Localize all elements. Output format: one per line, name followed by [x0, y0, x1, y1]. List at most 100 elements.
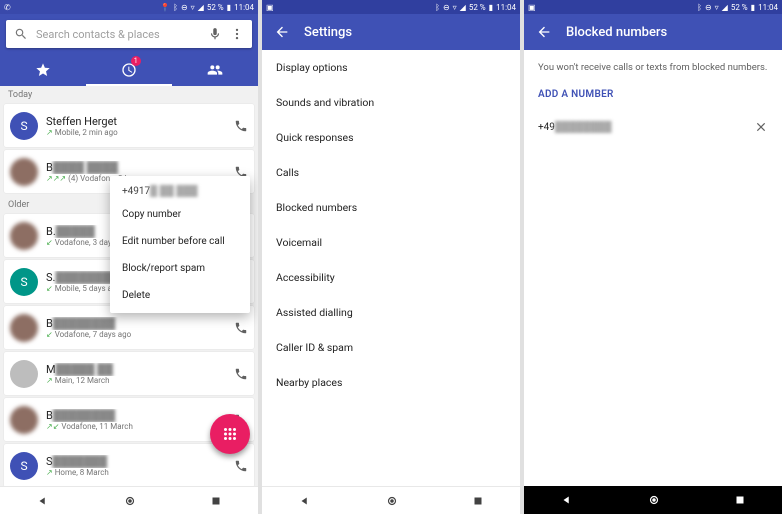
- call-row[interactable]: M█████ ██↗ Main, 12 March: [4, 352, 254, 395]
- battery-icon: ▮: [489, 3, 493, 12]
- blocked-number: +49████████: [538, 122, 612, 133]
- settings-item[interactable]: Display options: [262, 50, 520, 85]
- location-icon: 📍: [160, 3, 170, 12]
- status-bar: ▣ ᛒ ⊖ ▿ ◢ 52 % ▮ 11:04: [262, 0, 520, 14]
- battery-text: 52 %: [469, 3, 486, 12]
- call-row[interactable]: SS███████↗ Home, 8 March: [4, 444, 254, 486]
- bluetooth-icon: ᛒ: [173, 3, 178, 12]
- overflow-icon[interactable]: [230, 27, 244, 41]
- settings-item[interactable]: Accessibility: [262, 260, 520, 295]
- status-bar: ✆ 📍 ᛒ ⊖ ▿ ◢ 52 % ▮ 11:04: [0, 0, 258, 14]
- nav-recents[interactable]: [734, 494, 746, 506]
- nav-bar: [0, 486, 258, 514]
- call-sub: ↗↙ Vodafone, 11 March: [46, 422, 226, 431]
- battery-icon: ▮: [227, 3, 231, 12]
- avatar: S: [10, 268, 38, 296]
- tabs: 1: [0, 54, 258, 86]
- call-sub: ↗ Home, 8 March: [46, 468, 226, 477]
- dnd-icon: ⊖: [705, 3, 712, 12]
- phone-settings: ▣ ᛒ ⊖ ▿ ◢ 52 % ▮ 11:04 Settings Display …: [262, 0, 520, 514]
- dialer-header: Search contacts & places 1: [0, 14, 258, 86]
- tab-recents[interactable]: 1: [86, 54, 172, 86]
- settings-item[interactable]: Quick responses: [262, 120, 520, 155]
- app-bar: Blocked numbers: [524, 14, 782, 50]
- settings-item[interactable]: Blocked numbers: [262, 190, 520, 225]
- wifi-icon: ▿: [453, 3, 457, 12]
- app-bar: Settings: [262, 14, 520, 50]
- image-status-icon: ▣: [528, 3, 536, 12]
- clock: 11:04: [234, 3, 254, 12]
- clock: 11:04: [496, 3, 516, 12]
- avatar: [10, 406, 38, 434]
- dnd-icon: ⊖: [181, 3, 188, 12]
- nav-home[interactable]: [647, 493, 661, 507]
- signal-icon: ◢: [722, 3, 728, 12]
- tab-favorites[interactable]: [0, 54, 86, 86]
- blocked-body: You won't receive calls or texts from bl…: [524, 50, 782, 486]
- helper-text: You won't receive calls or texts from bl…: [524, 50, 782, 81]
- back-arrow-icon[interactable]: [274, 24, 290, 40]
- dialpad-fab[interactable]: [210, 414, 250, 454]
- settings-item[interactable]: Voicemail: [262, 225, 520, 260]
- back-arrow-icon[interactable]: [536, 24, 552, 40]
- call-icon[interactable]: [234, 321, 248, 335]
- context-menu-number: +4917█ ██ ███: [110, 176, 250, 201]
- call-icon[interactable]: [234, 459, 248, 473]
- caller-name: B████████: [46, 409, 226, 422]
- caller-name: B████████: [46, 317, 226, 330]
- nav-back[interactable]: [36, 494, 50, 508]
- call-log-list[interactable]: Today SSteffen Herget↗ Mobile, 2 min ago…: [0, 86, 258, 486]
- tab-contacts[interactable]: [172, 54, 258, 86]
- remove-blocked-icon[interactable]: [754, 120, 768, 134]
- wifi-icon: ▿: [191, 3, 195, 12]
- search-icon: [14, 27, 28, 41]
- settings-item[interactable]: Assisted dialling: [262, 295, 520, 330]
- missed-call-status-icon: ✆: [4, 3, 11, 12]
- bluetooth-icon: ᛒ: [435, 3, 440, 12]
- nav-back[interactable]: [560, 493, 574, 507]
- nav-recents[interactable]: [472, 495, 484, 507]
- wifi-icon: ▿: [715, 3, 719, 12]
- image-status-icon: ▣: [266, 3, 274, 12]
- caller-name: B████ ████: [46, 161, 226, 174]
- nav-bar: [262, 486, 520, 514]
- battery-icon: ▮: [751, 3, 755, 12]
- call-sub: ↗ Mobile, 2 min ago: [46, 128, 226, 137]
- section-today: Today: [0, 86, 258, 104]
- blocked-number-row: +49████████: [524, 112, 782, 142]
- settings-list[interactable]: Display optionsSounds and vibrationQuick…: [262, 50, 520, 486]
- search-bar[interactable]: Search contacts & places: [6, 20, 252, 48]
- context-menu-item[interactable]: Delete: [110, 282, 250, 309]
- settings-item[interactable]: Caller ID & spam: [262, 330, 520, 365]
- app-bar-title: Settings: [304, 25, 352, 40]
- avatar: [10, 360, 38, 388]
- nav-home[interactable]: [385, 494, 399, 508]
- battery-text: 52 %: [207, 3, 224, 12]
- call-sub: ↙ Vodafone, 7 days ago: [46, 330, 226, 339]
- call-row[interactable]: SSteffen Herget↗ Mobile, 2 min ago: [4, 104, 254, 147]
- signal-icon: ◢: [460, 3, 466, 12]
- mic-icon[interactable]: [208, 27, 222, 41]
- status-bar: ▣ ᛒ ⊖ ▿ ◢ 52 % ▮ 11:04: [524, 0, 782, 14]
- settings-item[interactable]: Calls: [262, 155, 520, 190]
- caller-name: M█████ ██: [46, 363, 226, 376]
- call-icon[interactable]: [234, 119, 248, 133]
- phone-blocked-numbers: ▣ ᛒ ⊖ ▿ ◢ 52 % ▮ 11:04 Blocked numbers Y…: [524, 0, 782, 514]
- call-icon[interactable]: [234, 367, 248, 381]
- context-menu-item[interactable]: Copy number: [110, 201, 250, 228]
- dnd-icon: ⊖: [443, 3, 450, 12]
- nav-back[interactable]: [298, 494, 312, 508]
- avatar: S: [10, 112, 38, 140]
- settings-item[interactable]: Nearby places: [262, 365, 520, 400]
- context-menu-item[interactable]: Block/report spam: [110, 255, 250, 282]
- context-menu-item[interactable]: Edit number before call: [110, 228, 250, 255]
- search-placeholder: Search contacts & places: [36, 28, 200, 41]
- nav-home[interactable]: [123, 494, 137, 508]
- settings-item[interactable]: Sounds and vibration: [262, 85, 520, 120]
- bluetooth-icon: ᛒ: [697, 3, 702, 12]
- avatar: [10, 222, 38, 250]
- add-number-button[interactable]: ADD A NUMBER: [524, 81, 782, 112]
- recents-badge: 1: [131, 56, 141, 66]
- nav-recents[interactable]: [210, 495, 222, 507]
- call-sub: ↗ Main, 12 March: [46, 376, 226, 385]
